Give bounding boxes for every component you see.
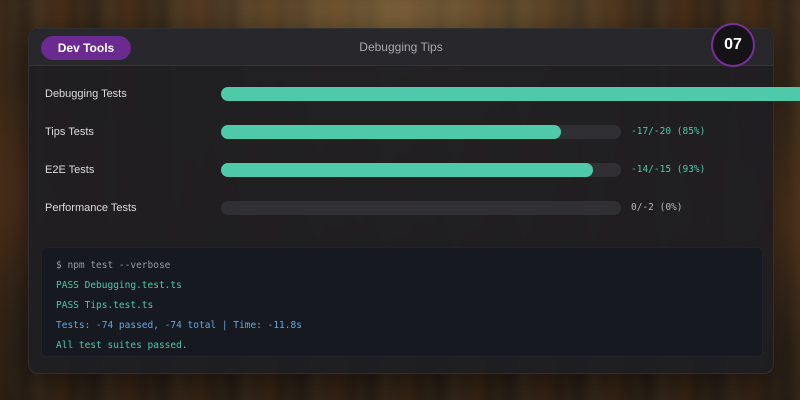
progress-track (221, 163, 621, 177)
progress-track (221, 87, 800, 101)
terminal-line: PASS Debugging.test.ts (56, 280, 182, 291)
test-row-e2e: E2E Tests -14/-15 (93%) (29, 158, 773, 182)
progress-track (221, 201, 621, 215)
test-row-tips: Tips Tests -17/-20 (85%) (29, 120, 773, 144)
progress-fill (221, 125, 561, 139)
terminal-command: $ npm test --verbose (56, 260, 171, 271)
test-label: Tips Tests (45, 126, 94, 138)
panel-title: Debugging Tips (359, 40, 443, 54)
progress-fill (221, 163, 593, 177)
terminal-summary: Tests: -74 passed, -74 total | Time: -11… (56, 320, 302, 331)
test-stat: 0/-2 (0%) (631, 202, 683, 213)
terminal-output: $ npm test --verbose PASS Debugging.test… (41, 247, 763, 357)
test-label: E2E Tests (45, 164, 95, 176)
test-stat: -14/-15 (93%) (631, 164, 706, 175)
test-label: Performance Tests (45, 202, 137, 214)
panel-header: Dev Tools Debugging Tips 07 (29, 23, 773, 67)
terminal-line: PASS Tips.test.ts (56, 300, 154, 311)
test-row-performance: Performance Tests 0/-2 (0%) (29, 196, 773, 220)
test-results-panel: Dev Tools Debugging Tips 07 Debugging Te… (28, 23, 800, 374)
test-stat: -17/-20 (85%) (631, 126, 706, 137)
test-row-debugging: Debugging Tests (29, 82, 800, 106)
progress-fill (221, 87, 800, 101)
episode-number-badge: 07 (711, 23, 755, 67)
terminal-footer: All test suites passed. (56, 340, 188, 351)
test-label: Debugging Tests (45, 88, 127, 100)
progress-track (221, 125, 621, 139)
